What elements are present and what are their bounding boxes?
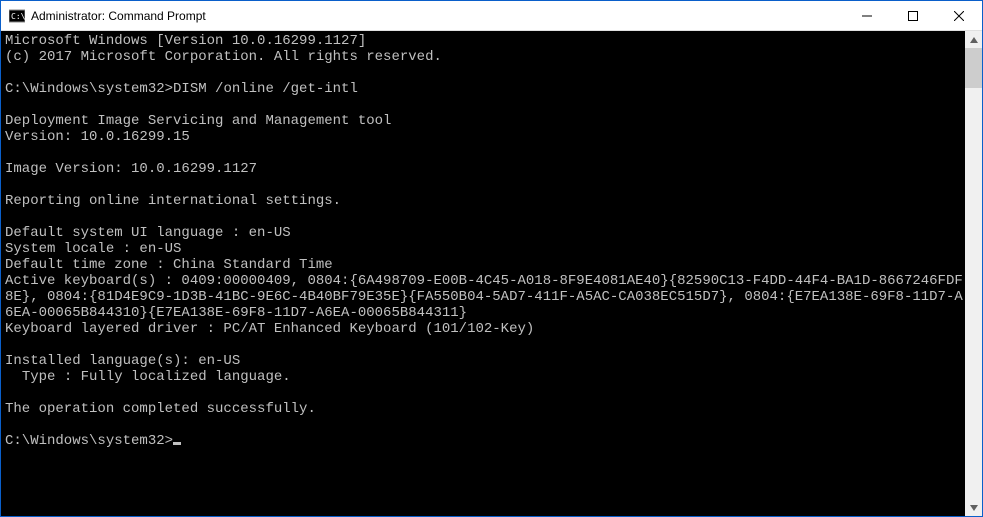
output-line: Installed language(s): en-US bbox=[5, 353, 240, 369]
output-line: The operation completed successfully. bbox=[5, 401, 316, 417]
output-line: Default time zone : China Standard Time bbox=[5, 257, 333, 273]
scroll-thumb[interactable] bbox=[965, 48, 982, 88]
output-line: Default system UI language : en-US bbox=[5, 225, 291, 241]
command-input: DISM /online /get-intl bbox=[173, 81, 358, 97]
output-line: Deployment Image Servicing and Managemen… bbox=[5, 113, 391, 129]
cmd-icon: C:\ bbox=[9, 8, 25, 24]
prompt-path: C:\Windows\system32> bbox=[5, 433, 173, 449]
terminal-output[interactable]: Microsoft Windows [Version 10.0.16299.11… bbox=[1, 31, 965, 516]
minimize-button[interactable] bbox=[844, 1, 890, 30]
output-line: Active keyboard(s) : 0409:00000409, 0804… bbox=[5, 273, 963, 321]
scroll-up-button[interactable] bbox=[965, 31, 982, 48]
output-line: Keyboard layered driver : PC/AT Enhanced… bbox=[5, 321, 534, 337]
output-line: System locale : en-US bbox=[5, 241, 181, 257]
window-titlebar[interactable]: C:\ Administrator: Command Prompt bbox=[1, 1, 982, 31]
output-line: Image Version: 10.0.16299.1127 bbox=[5, 161, 257, 177]
terminal-cursor bbox=[173, 442, 181, 445]
maximize-button[interactable] bbox=[890, 1, 936, 30]
svg-text:C:\: C:\ bbox=[11, 12, 25, 21]
vertical-scrollbar[interactable] bbox=[965, 31, 982, 516]
prompt-path: C:\Windows\system32> bbox=[5, 81, 173, 97]
output-line: Type : Fully localized language. bbox=[5, 369, 291, 385]
output-line: Version: 10.0.16299.15 bbox=[5, 129, 190, 145]
content-area: Microsoft Windows [Version 10.0.16299.11… bbox=[1, 31, 982, 516]
close-button[interactable] bbox=[936, 1, 982, 30]
output-line: Microsoft Windows [Version 10.0.16299.11… bbox=[5, 33, 366, 49]
window-title: Administrator: Command Prompt bbox=[31, 9, 844, 23]
output-line: Reporting online international settings. bbox=[5, 193, 341, 209]
window-controls bbox=[844, 1, 982, 30]
scroll-down-button[interactable] bbox=[965, 499, 982, 516]
output-line: (c) 2017 Microsoft Corporation. All righ… bbox=[5, 49, 442, 65]
